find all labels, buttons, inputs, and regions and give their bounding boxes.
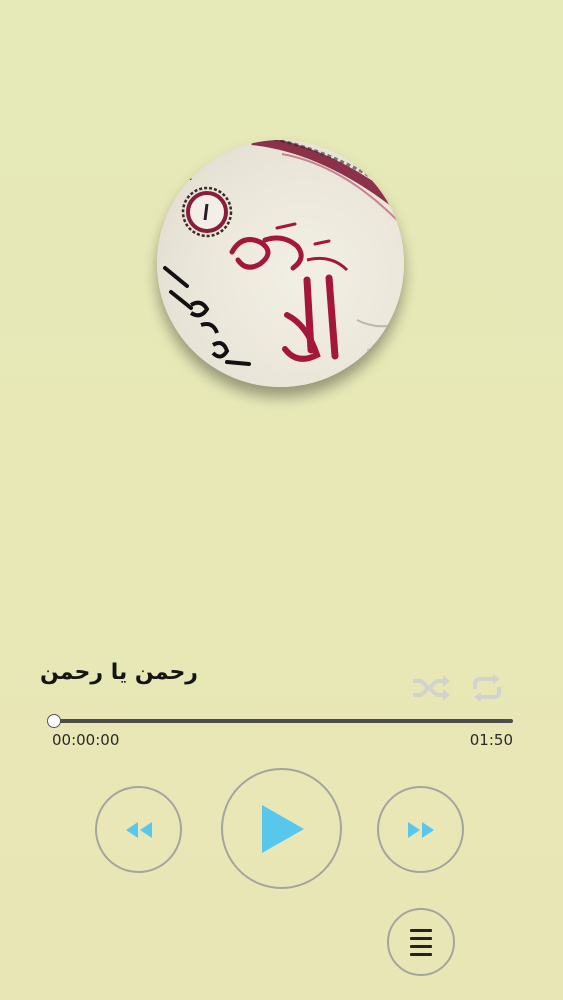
album-art-image: ٣ (163, 140, 404, 366)
seek-bar-thumb[interactable] (47, 714, 61, 728)
svg-text:٣: ٣ (187, 164, 197, 185)
shuffle-button[interactable] (410, 671, 452, 705)
repeat-button[interactable] (466, 671, 508, 705)
play-button[interactable] (221, 768, 342, 889)
playlist-button[interactable] (387, 908, 455, 976)
album-art: ٣ (157, 140, 404, 387)
playlist-menu-icon (410, 929, 432, 956)
rewind-icon (125, 821, 152, 838)
repeat-icon (473, 674, 501, 702)
current-time: 00:00:00 (52, 731, 120, 749)
fast-forward-icon (407, 821, 434, 838)
fast-forward-button[interactable] (377, 786, 464, 873)
track-title: رحمن يا رحمن (40, 660, 198, 685)
rewind-button[interactable] (95, 786, 182, 873)
play-icon (261, 804, 304, 853)
seek-bar[interactable] (47, 714, 513, 728)
shuffle-icon (413, 675, 450, 701)
total-time: 01:50 (469, 731, 513, 749)
